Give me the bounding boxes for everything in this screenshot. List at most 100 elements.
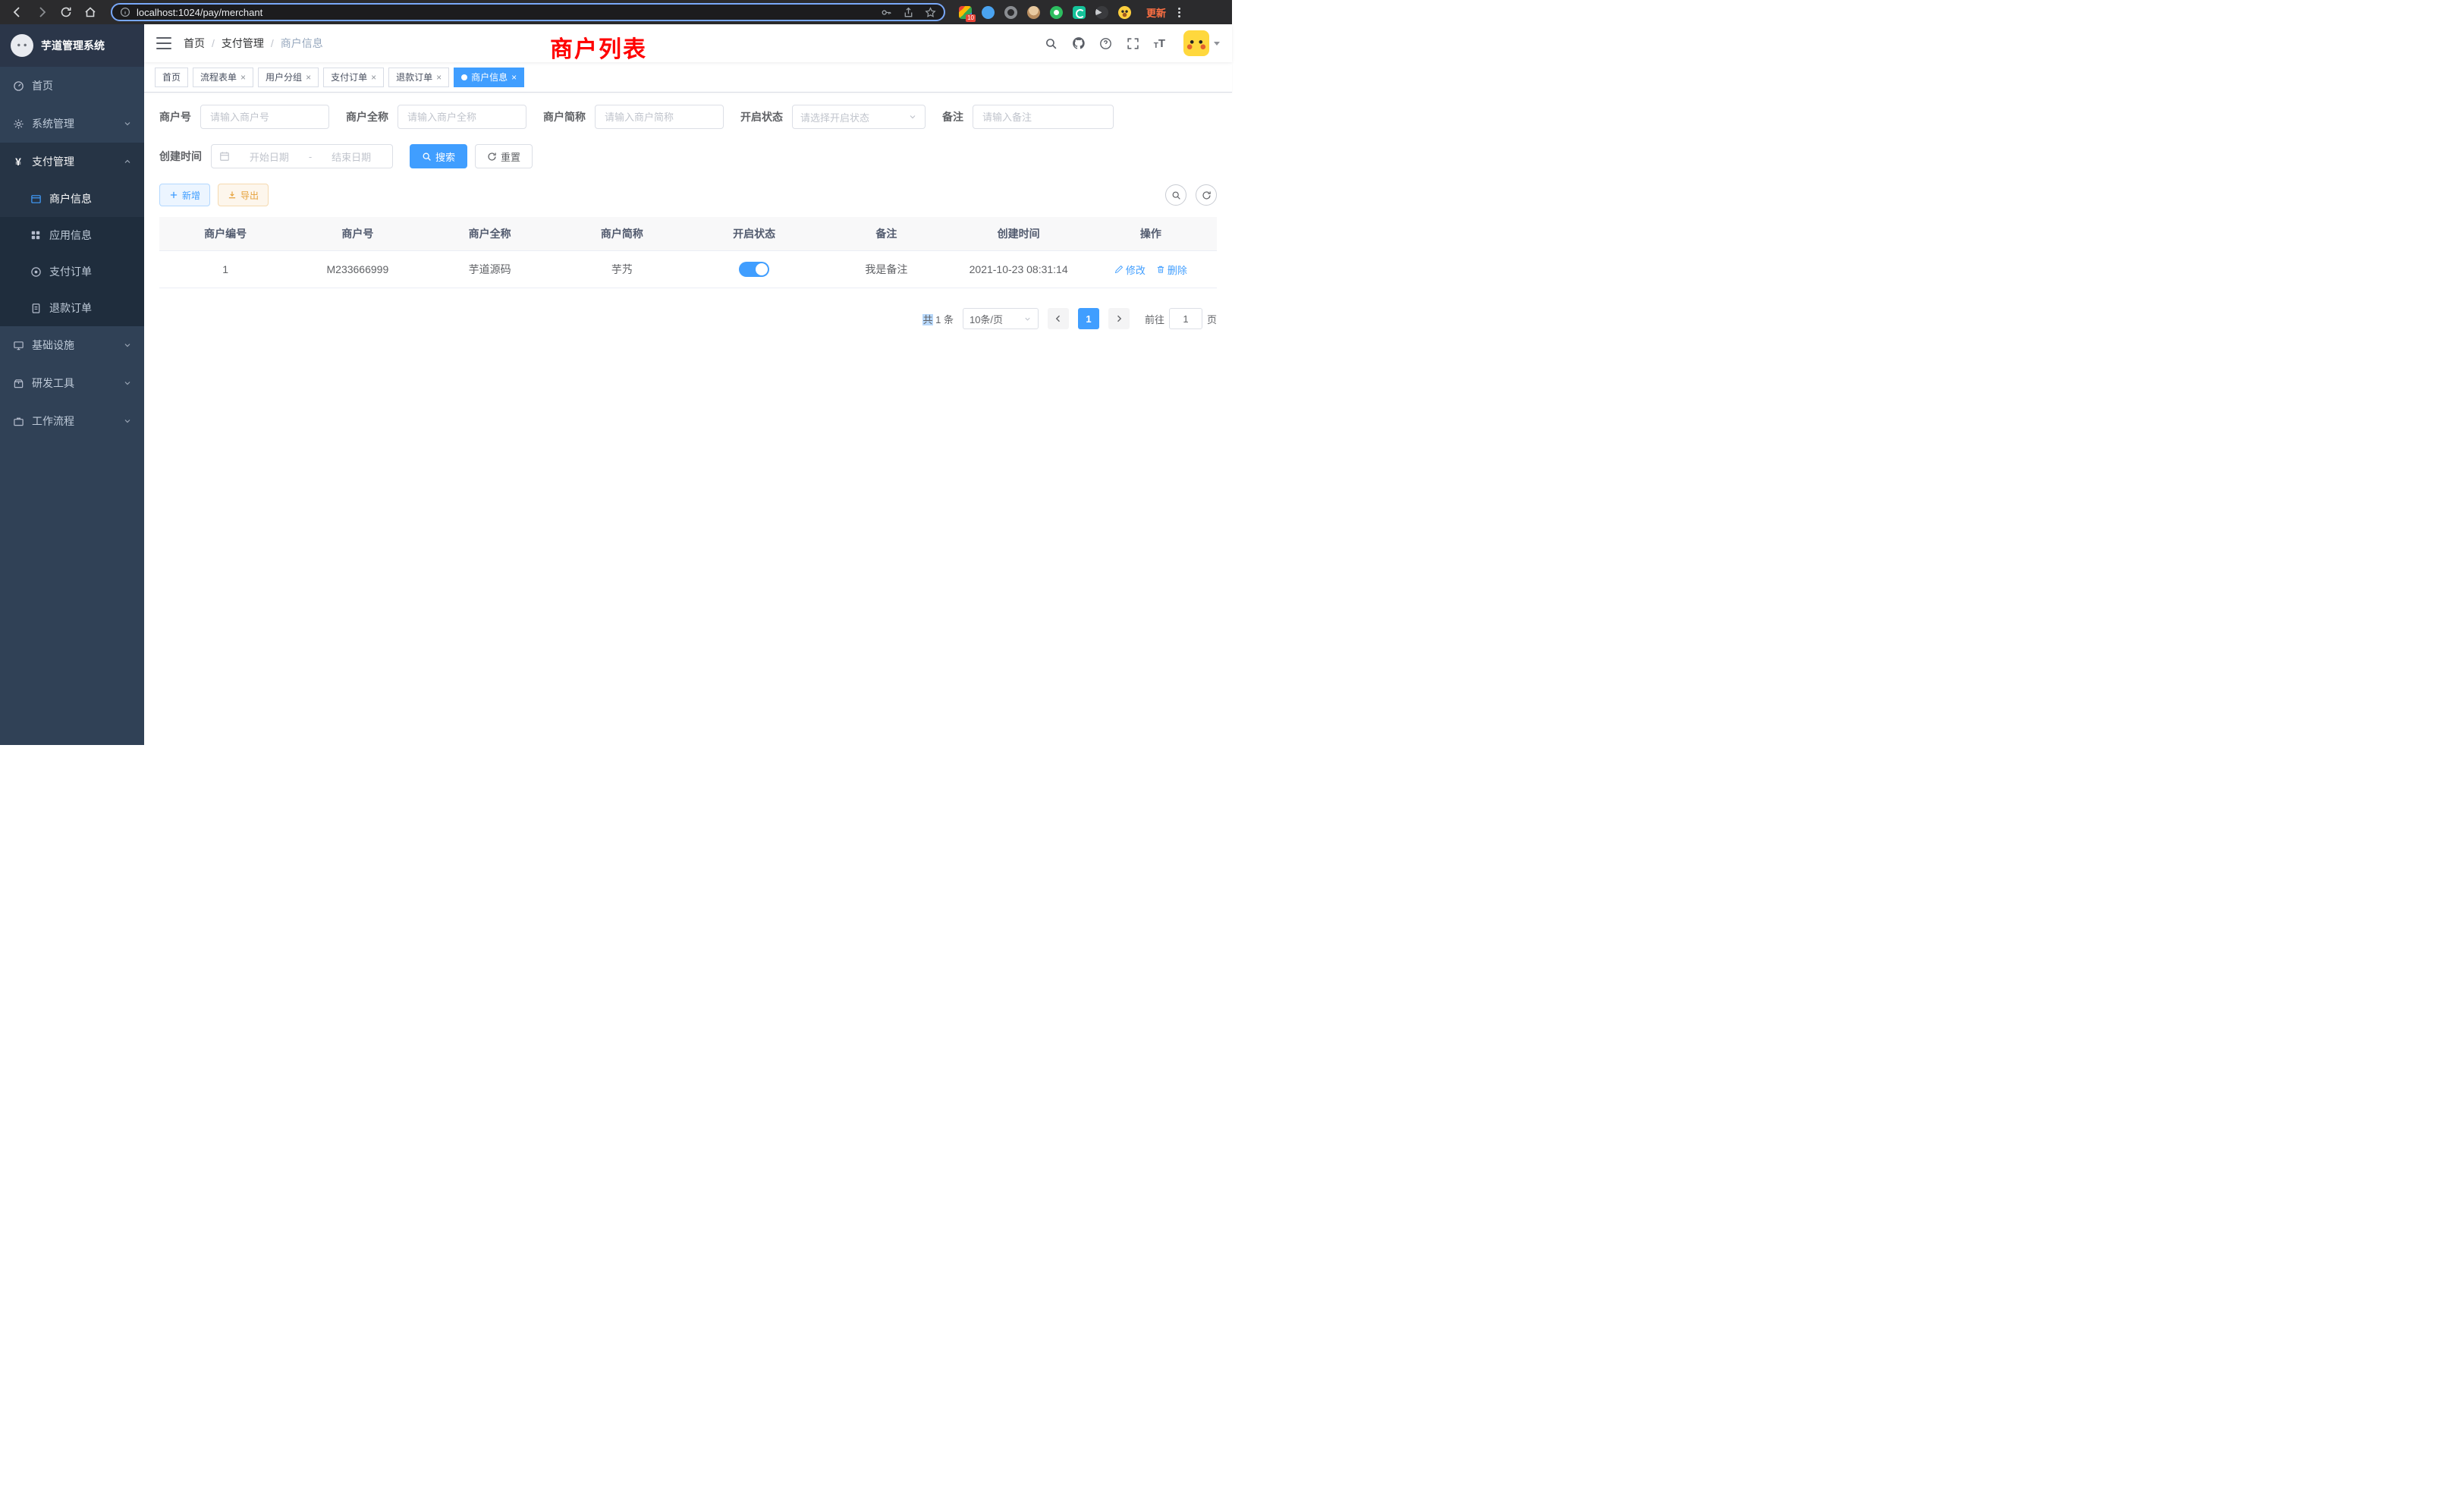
sidebar-item-app-info[interactable]: 应用信息 [0, 217, 144, 253]
close-icon[interactable]: × [371, 73, 376, 82]
delete-icon [1156, 265, 1165, 274]
create-time-range-picker[interactable]: 开始日期 - 结束日期 [211, 144, 393, 168]
add-button[interactable]: 新增 [159, 184, 210, 206]
sidebar-item-label: 系统管理 [32, 116, 74, 131]
refresh-table-button[interactable] [1196, 184, 1217, 206]
sidebar-item-system[interactable]: 系统管理 [0, 105, 144, 143]
delete-link[interactable]: 删除 [1156, 262, 1187, 277]
app-logo[interactable]: 芋道管理系统 [0, 24, 144, 67]
bookmark-star-icon[interactable] [925, 7, 936, 18]
chevron-down-icon [123, 417, 132, 426]
tools-icon [12, 377, 24, 389]
extension-colorful-icon[interactable]: 10 [959, 6, 972, 19]
close-icon[interactable]: × [436, 73, 442, 82]
col-header: 创建时间 [953, 217, 1085, 250]
create-time-label: 创建时间 [159, 149, 202, 164]
share-icon[interactable] [903, 7, 914, 18]
sidebar-item-workflow[interactable]: 工作流程 [0, 402, 144, 440]
merchant-no-input[interactable] [200, 105, 329, 129]
browser-update-button[interactable]: 更新 [1146, 5, 1166, 20]
home-icon[interactable] [80, 2, 100, 22]
tab-process-form[interactable]: 流程表单 × [193, 68, 253, 87]
cell-merchant-id: 1 [159, 251, 291, 288]
tab-pay-order[interactable]: 支付订单 × [323, 68, 384, 87]
sidebar-item-merchant-info[interactable]: 商户信息 [0, 181, 144, 217]
sidebar-item-pay-order[interactable]: 支付订单 [0, 253, 144, 290]
goto-page-input[interactable] [1169, 308, 1202, 329]
edit-link[interactable]: 修改 [1114, 262, 1146, 277]
extension-smiley-icon[interactable] [1118, 6, 1131, 19]
extension-pinwheel-icon[interactable] [1095, 6, 1108, 19]
tab-home[interactable]: 首页 [155, 68, 188, 87]
search-icon[interactable] [1045, 36, 1058, 50]
tab-user-group[interactable]: 用户分组 × [258, 68, 319, 87]
page-1-button[interactable]: 1 [1078, 308, 1099, 329]
tab-label: 用户分组 [266, 71, 302, 83]
breadcrumb-separator: / [271, 37, 274, 49]
status-select[interactable]: 请选择开启状态 [792, 105, 926, 129]
profile-avatar-icon[interactable] [1027, 6, 1040, 19]
logo-avatar-image [11, 34, 33, 57]
user-menu[interactable] [1183, 30, 1220, 56]
goto-suffix: 页 [1207, 312, 1217, 326]
close-icon[interactable]: × [240, 73, 246, 82]
export-button[interactable]: 导出 [218, 184, 269, 206]
user-avatar[interactable] [1183, 30, 1209, 56]
sidebar-item-infrastructure[interactable]: 基础设施 [0, 326, 144, 364]
sidebar-item-label: 退款订单 [49, 300, 92, 316]
close-icon[interactable]: × [306, 73, 311, 82]
prev-page-button[interactable] [1048, 308, 1069, 329]
reload-icon[interactable] [56, 2, 76, 22]
page-size-select[interactable]: 10条/页 [963, 308, 1039, 329]
remark-label: 备注 [942, 109, 963, 124]
fullscreen-icon[interactable] [1127, 36, 1140, 50]
tab-refund-order[interactable]: 退款订单 × [388, 68, 449, 87]
sidebar-item-label: 应用信息 [49, 228, 92, 243]
breadcrumb-home[interactable]: 首页 [184, 36, 205, 51]
breadcrumb-payment[interactable]: 支付管理 [222, 36, 264, 51]
sidebar-item-home[interactable]: 首页 [0, 67, 144, 105]
search-button-label: 搜索 [435, 149, 455, 164]
extension-green-square-icon[interactable] [1073, 6, 1086, 19]
caret-down-icon [1214, 42, 1220, 46]
short-name-input[interactable] [595, 105, 724, 129]
toggle-search-button[interactable] [1165, 184, 1186, 206]
col-header: 商户全称 [424, 217, 556, 250]
sidebar-item-dev-tools[interactable]: 研发工具 [0, 364, 144, 402]
gear-icon [12, 118, 24, 130]
cell-full-name: 芋道源码 [424, 251, 556, 288]
font-size-icon[interactable]: TT [1154, 37, 1165, 50]
yen-icon: ¥ [12, 156, 24, 168]
address-bar[interactable]: localhost:1024/pay/merchant [111, 3, 945, 21]
sidebar-item-refund-order[interactable]: 退款订单 [0, 290, 144, 326]
extension-blue-icon[interactable] [982, 6, 995, 19]
reset-button[interactable]: 重置 [475, 144, 533, 168]
search-button[interactable]: 搜索 [410, 144, 467, 168]
extension-ring-icon[interactable] [1004, 6, 1017, 19]
chevron-down-icon [1023, 315, 1032, 323]
extension-green-icon[interactable] [1050, 6, 1063, 19]
breadcrumb-separator: / [212, 37, 215, 49]
close-icon[interactable]: × [511, 73, 517, 82]
sidebar-toggle-icon[interactable] [156, 37, 171, 49]
back-icon[interactable] [8, 2, 27, 22]
export-button-label: 导出 [240, 189, 259, 202]
status-label: 开启状态 [740, 109, 783, 124]
sidebar-item-payment[interactable]: ¥ 支付管理 [0, 143, 144, 181]
cell-merchant-no: M233666999 [291, 251, 423, 288]
next-page-button[interactable] [1108, 308, 1130, 329]
help-icon[interactable] [1099, 36, 1113, 50]
github-icon[interactable] [1072, 36, 1086, 50]
site-info-icon[interactable] [120, 7, 130, 17]
tab-label: 流程表单 [200, 71, 237, 83]
status-toggle[interactable] [739, 262, 769, 277]
remark-input[interactable] [973, 105, 1114, 129]
browser-menu-icon[interactable] [1178, 8, 1180, 17]
full-name-input[interactable] [398, 105, 526, 129]
chevron-down-icon [123, 379, 132, 388]
breadcrumb: 首页 / 支付管理 / 商户信息 [184, 36, 323, 51]
forward-icon[interactable] [32, 2, 52, 22]
key-icon[interactable] [881, 7, 892, 18]
tab-merchant-info[interactable]: 商户信息 × [454, 68, 524, 87]
sidebar-item-label: 首页 [32, 78, 53, 93]
